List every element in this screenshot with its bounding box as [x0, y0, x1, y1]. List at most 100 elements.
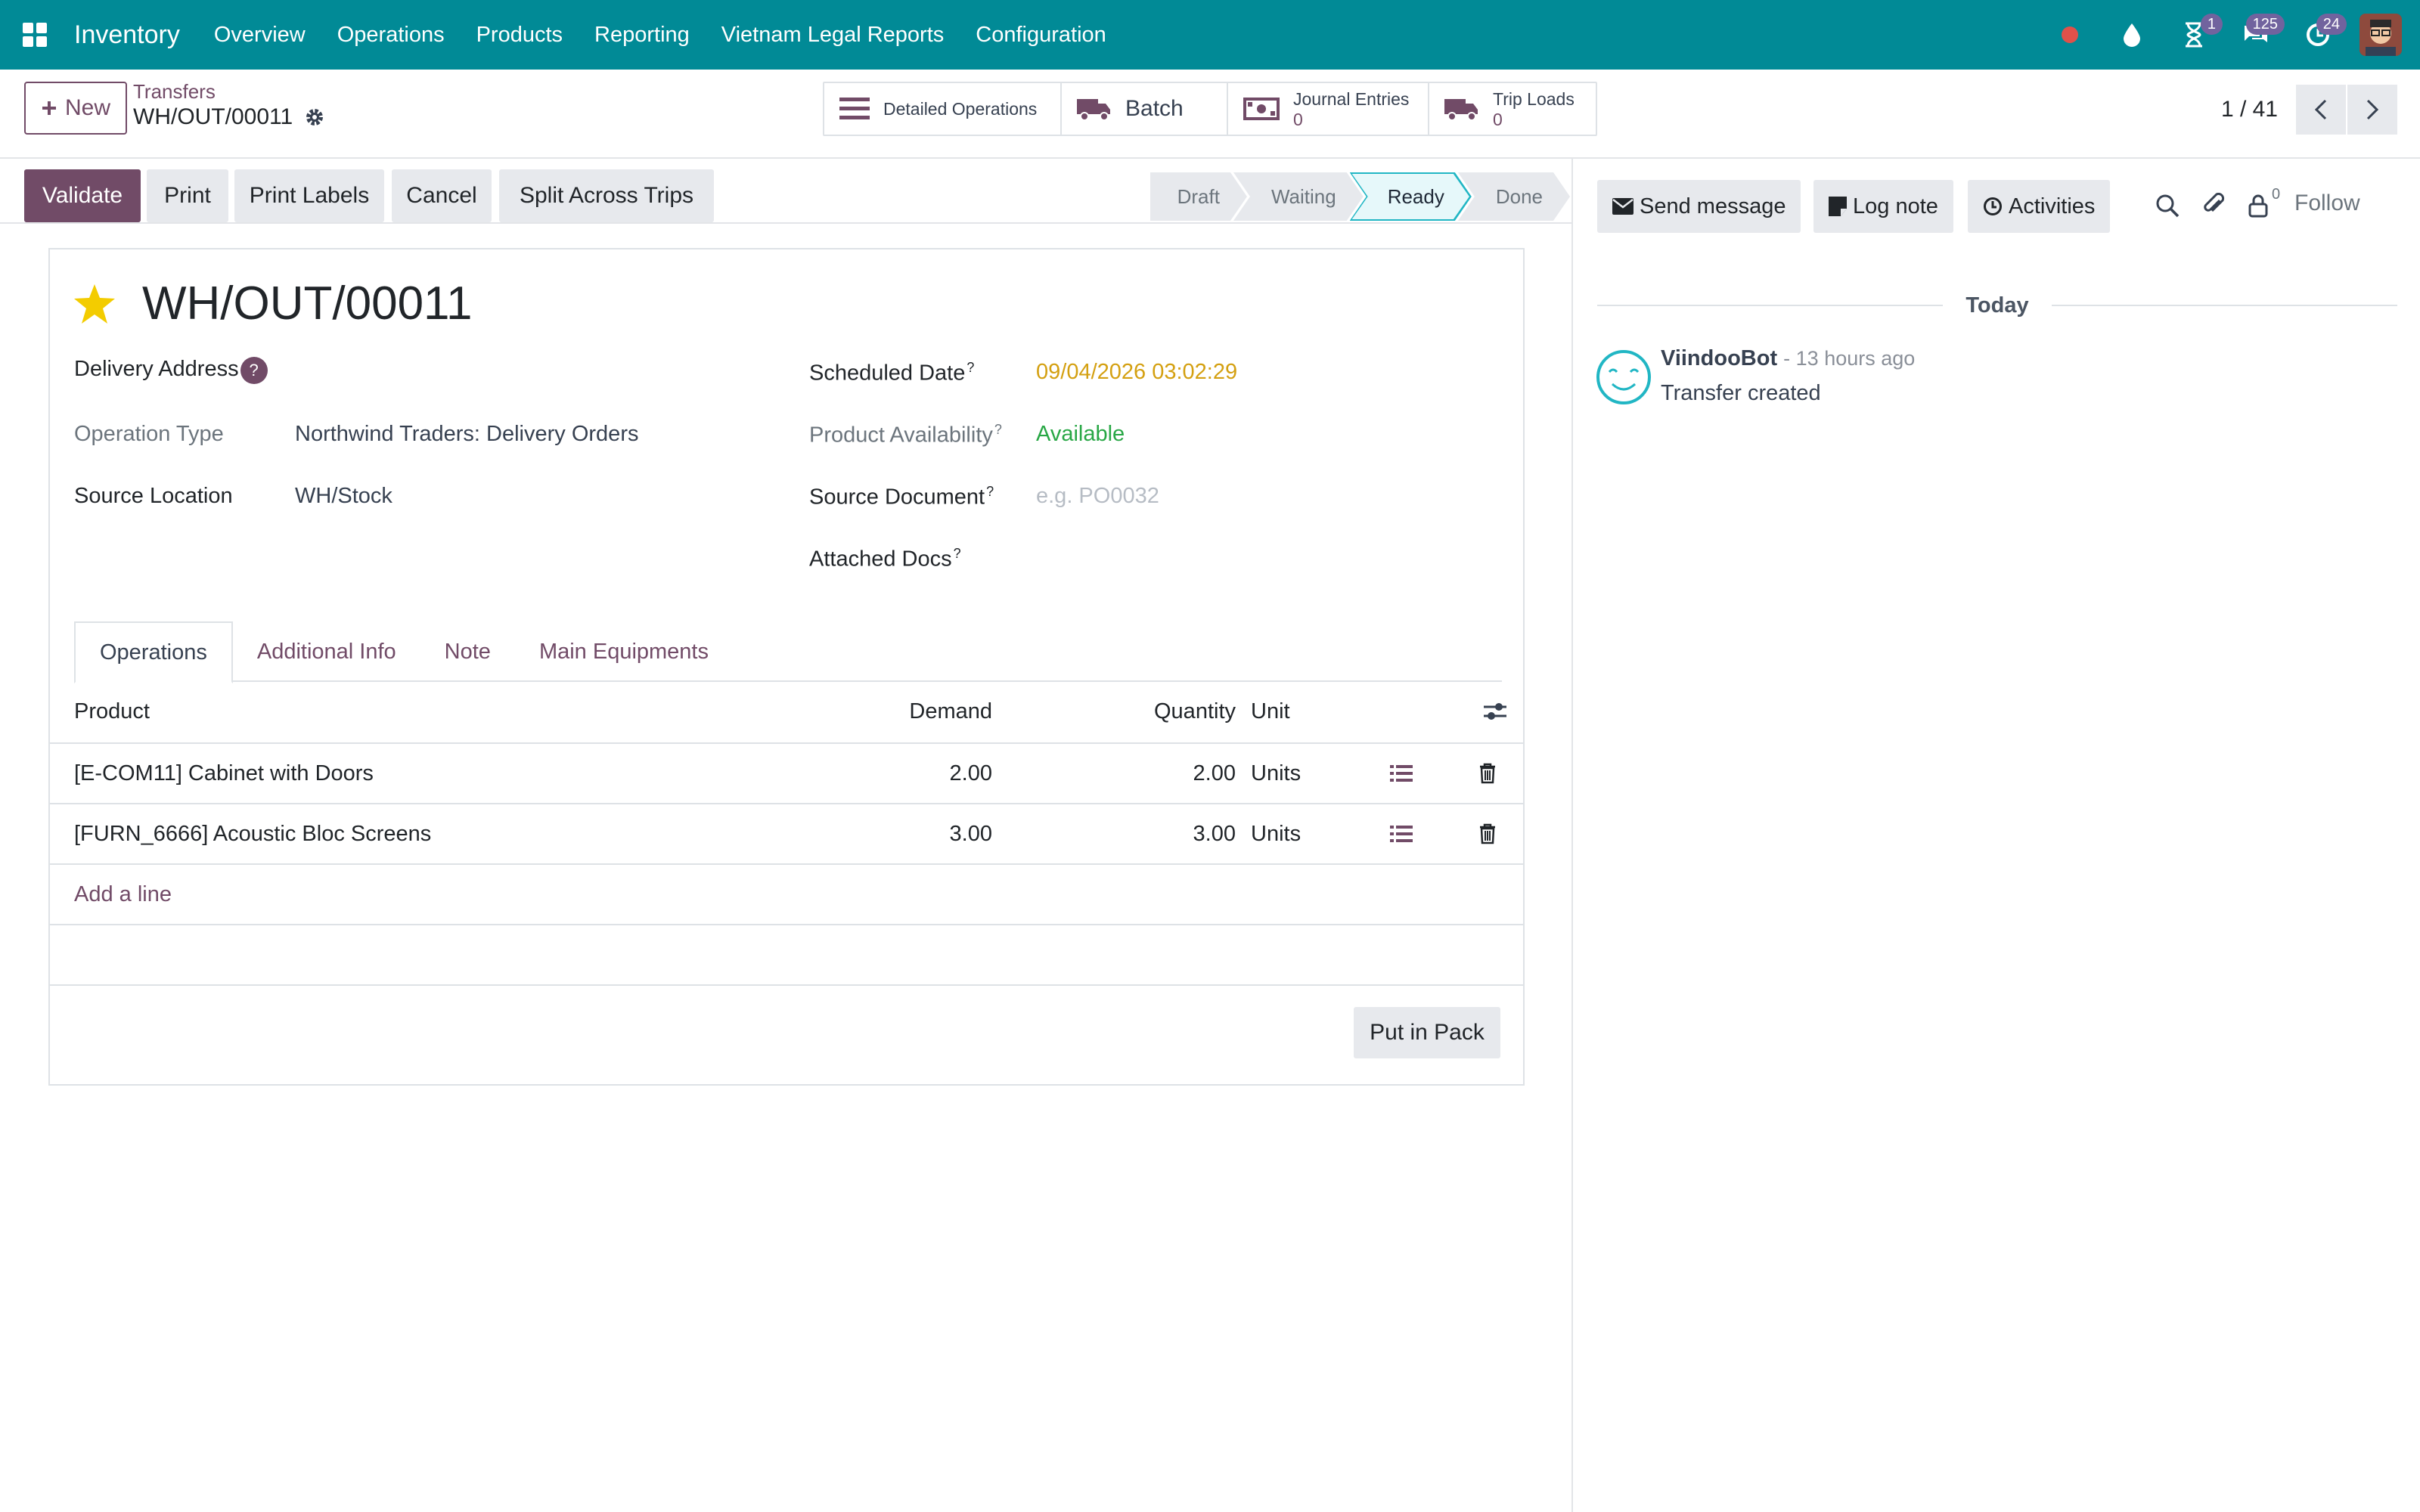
trash-icon[interactable] — [1479, 804, 1496, 863]
row-demand[interactable]: 3.00 — [806, 804, 992, 863]
record-title[interactable]: WH/OUT/00011 — [142, 277, 472, 330]
menu-reporting[interactable]: Reporting — [594, 23, 690, 48]
new-button[interactable]: New — [24, 82, 127, 135]
details-list-icon[interactable] — [1390, 804, 1413, 863]
log-note-label: Log note — [1853, 194, 1938, 218]
menu-products[interactable]: Products — [476, 23, 563, 48]
cancel-button[interactable]: Cancel — [392, 169, 492, 222]
menu-overview[interactable]: Overview — [214, 23, 306, 48]
hourglass-icon[interactable]: 1 — [2171, 0, 2223, 70]
tooltip-mark[interactable]: ? — [966, 360, 974, 375]
batch-label: Batch — [1125, 96, 1184, 121]
note-icon — [1829, 197, 1847, 216]
print-button[interactable]: Print — [147, 169, 228, 222]
source-document-label: Source Document? — [809, 484, 994, 510]
trip-loads-label: Trip Loads — [1493, 89, 1575, 109]
stage-done[interactable]: Done — [1458, 172, 1570, 221]
header-demand[interactable]: Demand — [806, 682, 992, 741]
tab-additional-info[interactable]: Additional Info — [233, 621, 420, 682]
split-across-trips-button[interactable]: Split Across Trips — [499, 169, 714, 222]
record-name-text: WH/OUT/00011 — [133, 104, 293, 129]
details-list-icon[interactable] — [1390, 744, 1413, 803]
updates-badge: 24 — [2316, 14, 2347, 35]
pager-next-button[interactable] — [2347, 85, 2397, 135]
activities-badge: 1 — [2200, 14, 2223, 35]
chat-icon[interactable]: 125 — [2233, 0, 2285, 70]
pager-value[interactable]: 1 / 41 — [2221, 97, 2278, 122]
row-unit[interactable]: Units — [1251, 744, 1301, 803]
star-icon[interactable] — [73, 283, 116, 325]
send-message-button[interactable]: Send message — [1597, 180, 1801, 233]
paperclip-icon[interactable] — [2199, 191, 2229, 221]
truck-icon — [1444, 99, 1478, 121]
row-quantity[interactable]: 2.00 — [1033, 744, 1236, 803]
trip-loads-count: 0 — [1493, 110, 1503, 129]
menu-operations[interactable]: Operations — [337, 23, 445, 48]
tooltip-mark[interactable]: ? — [954, 546, 961, 561]
messages-badge: 125 — [2245, 14, 2285, 35]
red-status-dot-icon[interactable] — [2047, 0, 2093, 70]
search-icon[interactable] — [2152, 191, 2183, 221]
activities-button[interactable]: Activities — [1968, 180, 2111, 233]
row-unit[interactable]: Units — [1251, 804, 1301, 863]
tooltip-mark[interactable]: ? — [986, 484, 994, 499]
trash-icon[interactable] — [1479, 744, 1496, 803]
add-line-link[interactable]: Add a line — [74, 865, 172, 924]
app-name[interactable]: Inventory — [74, 20, 180, 50]
header-quantity[interactable]: Quantity — [1033, 682, 1236, 741]
tab-operations[interactable]: Operations — [74, 621, 233, 683]
source-location-value[interactable]: WH/Stock — [295, 484, 392, 509]
scheduled-date-value[interactable]: 09/04/2026 03:02:29 — [1036, 360, 1237, 385]
stage-draft[interactable]: Draft — [1150, 172, 1247, 221]
droplet-icon[interactable] — [2109, 0, 2155, 70]
stage-waiting[interactable]: Waiting — [1233, 172, 1364, 221]
journal-entries-button[interactable]: Journal Entries 0 — [1228, 83, 1429, 135]
help-icon[interactable]: ? — [240, 357, 268, 384]
journal-entries-count: 0 — [1293, 110, 1303, 129]
tooltip-mark[interactable]: ? — [994, 422, 1002, 437]
row-product[interactable]: [FURN_6666] Acoustic Bloc Screens — [74, 804, 431, 863]
message-author-name[interactable]: ViindooBot — [1661, 346, 1777, 370]
tab-main-equipments[interactable]: Main Equipments — [515, 621, 733, 682]
table-header: Product Demand Quantity Unit — [50, 682, 1523, 744]
header-unit[interactable]: Unit — [1251, 682, 1290, 741]
clock-refresh-icon[interactable]: 24 — [2295, 0, 2347, 70]
row-demand[interactable]: 2.00 — [806, 744, 992, 803]
clock-icon — [1984, 197, 2002, 215]
record-name: WH/OUT/00011 — [133, 104, 324, 130]
stage-ready[interactable]: Ready — [1350, 172, 1472, 221]
chatter-divider — [1571, 159, 1573, 1512]
print-labels-button[interactable]: Print Labels — [234, 169, 384, 222]
status-bar: Validate Print Print Labels Cancel Split… — [0, 168, 1573, 224]
batch-button[interactable]: Batch — [1062, 83, 1228, 135]
detailed-operations-button[interactable]: Detailed Operations — [824, 83, 1062, 135]
gear-icon[interactable] — [305, 107, 324, 127]
optional-columns-icon[interactable] — [1482, 682, 1508, 741]
bot-avatar-icon[interactable] — [1596, 349, 1652, 405]
tab-note[interactable]: Note — [420, 621, 515, 682]
user-avatar[interactable] — [2360, 14, 2402, 56]
table-row[interactable]: [FURN_6666] Acoustic Bloc Screens 3.00 3… — [50, 804, 1523, 865]
chevron-left-icon — [2314, 99, 2327, 120]
lock-icon[interactable] — [2243, 191, 2273, 221]
operation-type-value[interactable]: Northwind Traders: Delivery Orders — [295, 422, 638, 447]
follow-button[interactable]: Follow — [2294, 191, 2360, 216]
table-row[interactable]: [E-COM11] Cabinet with Doors 2.00 2.00 U… — [50, 744, 1523, 804]
stage-draft-label: Draft — [1177, 184, 1220, 208]
trip-loads-button[interactable]: Trip Loads 0 — [1429, 83, 1596, 135]
pager-previous-button[interactable] — [2296, 85, 2346, 135]
apps-grid-icon[interactable] — [23, 23, 47, 47]
detailed-operations-label: Detailed Operations — [883, 99, 1038, 119]
source-document-input[interactable]: e.g. PO0032 — [1036, 484, 1159, 509]
new-button-label: New — [64, 95, 110, 120]
put-in-pack-button[interactable]: Put in Pack — [1354, 1007, 1500, 1058]
product-availability-value: Available — [1036, 422, 1125, 446]
row-quantity[interactable]: 3.00 — [1033, 804, 1236, 863]
breadcrumb-transfers[interactable]: Transfers — [133, 80, 216, 104]
row-product[interactable]: [E-COM11] Cabinet with Doors — [74, 744, 374, 803]
log-note-button[interactable]: Log note — [1813, 180, 1953, 233]
menu-vietnam-legal-reports[interactable]: Vietnam Legal Reports — [721, 23, 944, 48]
menu-configuration[interactable]: Configuration — [976, 23, 1106, 48]
header-product[interactable]: Product — [74, 682, 150, 741]
validate-button[interactable]: Validate — [24, 169, 141, 222]
